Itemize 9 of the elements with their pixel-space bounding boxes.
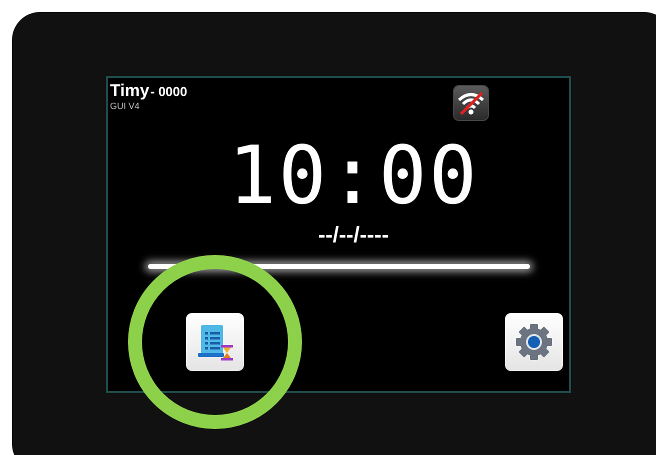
version-label: GUI V4 — [110, 102, 141, 111]
settings-icon — [514, 322, 554, 362]
device-id: - 0000 — [150, 85, 188, 98]
log-button[interactable] — [186, 313, 244, 371]
date-text: --/--/---- — [318, 224, 389, 246]
clock-time: 10:00 — [228, 136, 479, 216]
document-hourglass-icon — [195, 322, 235, 362]
device-name: Timy — [110, 82, 150, 99]
settings-button[interactable] — [505, 313, 563, 371]
